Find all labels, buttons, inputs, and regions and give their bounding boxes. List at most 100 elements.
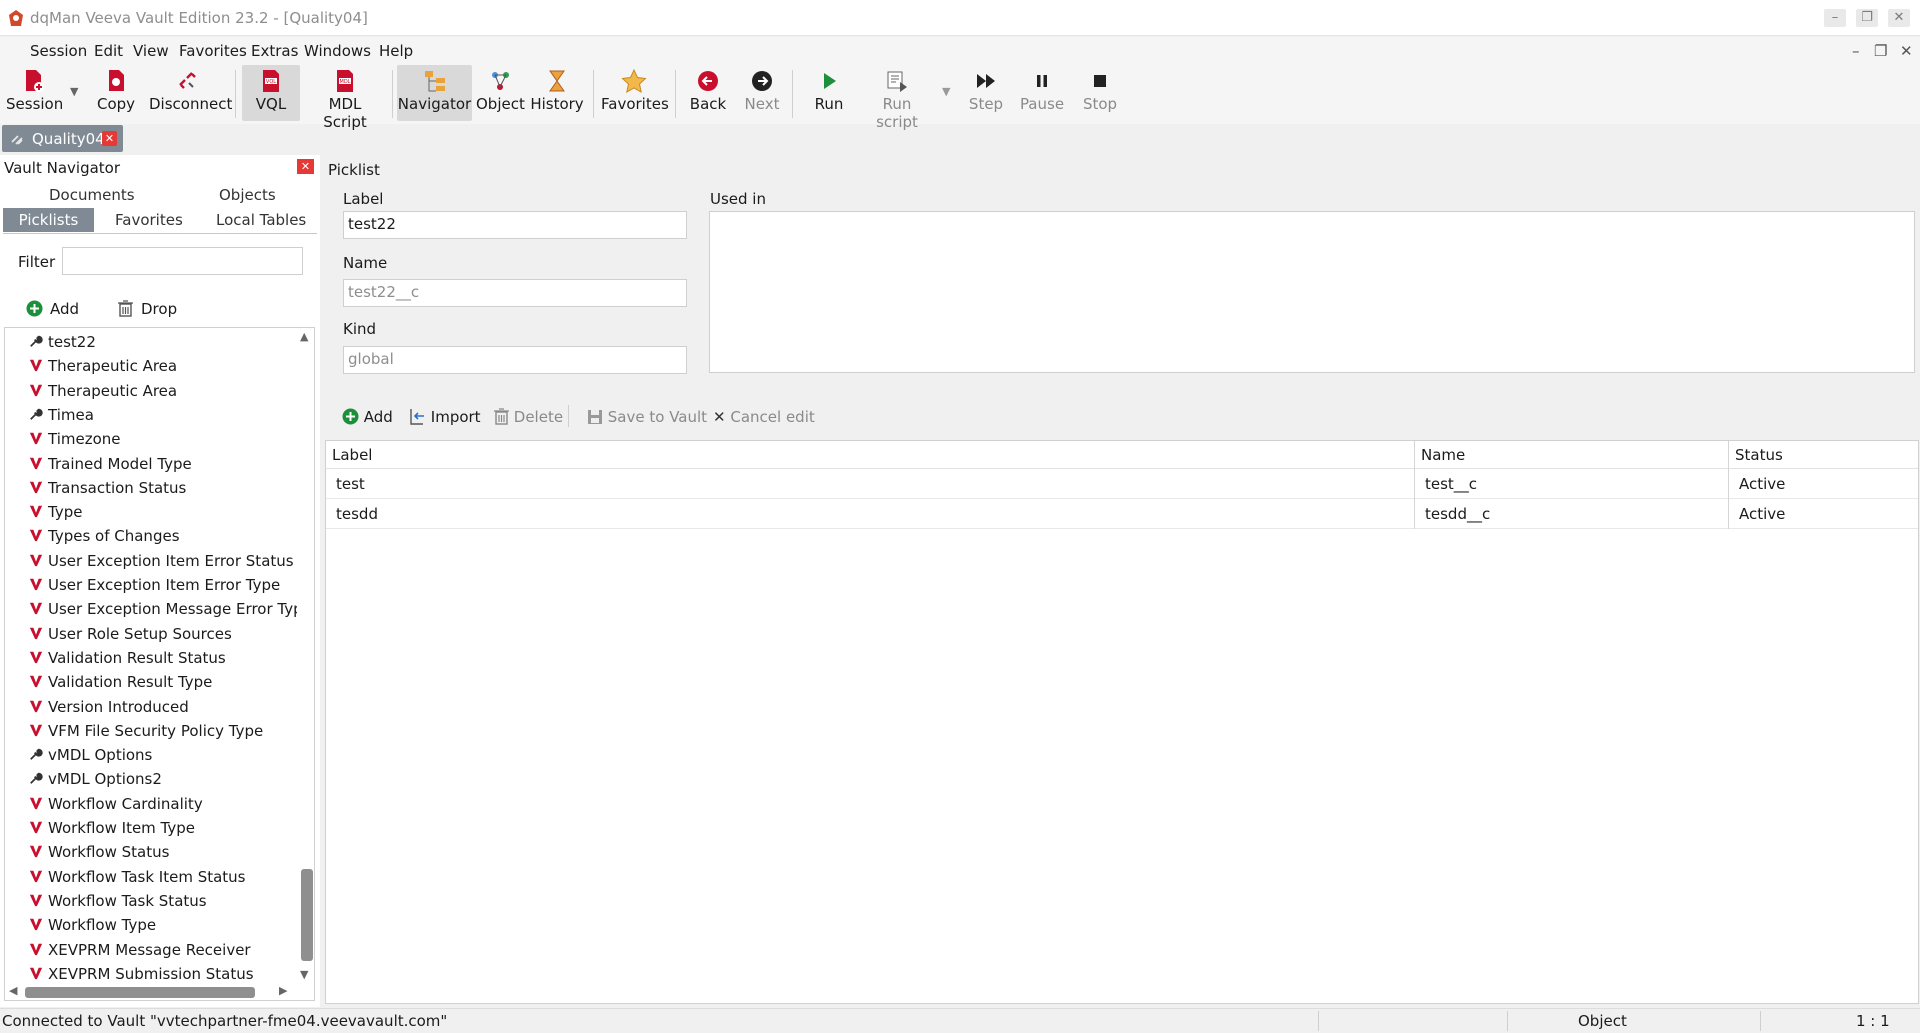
close-session-tab-icon[interactable]: ✕ xyxy=(102,131,117,146)
step-button[interactable]: Step xyxy=(964,65,1008,121)
wrench-icon xyxy=(30,408,43,420)
scroll-down-icon[interactable]: ▼ xyxy=(300,968,308,981)
label-caption: Label xyxy=(343,190,384,208)
mdi-close-icon[interactable]: ✕ xyxy=(1900,42,1913,60)
mdi-restore-icon[interactable]: ❐ xyxy=(1874,42,1887,60)
run-button[interactable]: Run xyxy=(808,65,850,121)
tab-favorites[interactable]: Favorites xyxy=(115,211,183,229)
veeva-v-icon xyxy=(29,554,43,566)
list-item-label: User Role Setup Sources xyxy=(48,624,232,643)
object-button[interactable]: Object xyxy=(476,65,525,121)
session-button[interactable]: Session xyxy=(6,65,63,121)
disconnect-icon xyxy=(179,72,196,89)
vertical-scroll-thumb[interactable] xyxy=(301,869,313,961)
session-tab-quality04[interactable]: Quality04 ✕ xyxy=(2,125,123,152)
list-item-label: Workflow Item Type xyxy=(48,819,196,837)
list-item-label: Version Introduced xyxy=(48,697,189,716)
import-button[interactable]: Import xyxy=(408,408,481,426)
close-navigator-icon[interactable]: ✕ xyxy=(297,159,314,174)
restore-button[interactable]: ❐ xyxy=(1856,9,1878,27)
vertical-scrollbar[interactable]: ▲ ▼ xyxy=(297,328,314,983)
save-to-vault-button[interactable]: Save to Vault xyxy=(587,408,707,426)
table-row-status[interactable]: Active xyxy=(1729,469,1918,499)
menu-extras[interactable]: Extras xyxy=(251,42,298,60)
list-item-label: User Exception Message Error Type xyxy=(48,600,312,619)
navigator-title: Vault Navigator xyxy=(4,159,121,177)
veeva-v-icon xyxy=(29,846,43,858)
delete-button[interactable]: Delete xyxy=(494,408,563,426)
status-mode: Object xyxy=(1578,1012,1627,1030)
navigator-icon xyxy=(424,71,445,92)
pause-button[interactable]: Pause xyxy=(1019,65,1065,121)
app-logo-icon xyxy=(9,10,23,26)
tab-picklists[interactable]: Picklists xyxy=(3,208,94,232)
used-in-caption: Used in xyxy=(710,190,766,208)
mdl-script-button[interactable]: MDL MDL Script xyxy=(306,65,384,131)
svg-text:VQL: VQL xyxy=(266,79,276,85)
list-item-label: Type xyxy=(48,503,83,522)
menu-edit[interactable]: Edit xyxy=(94,42,123,60)
column-header-label[interactable]: Label xyxy=(326,441,1414,469)
copy-button[interactable]: Copy xyxy=(94,65,138,121)
run-script-dropdown-icon[interactable]: ▼ xyxy=(942,85,950,98)
back-button[interactable]: Back xyxy=(686,65,730,121)
window-title: dqMan Veeva Vault Edition 23.2 - [Qualit… xyxy=(30,9,368,27)
scroll-left-icon[interactable]: ◀ xyxy=(9,984,17,997)
run-script-button[interactable]: Run script xyxy=(861,65,933,131)
status-bar: Connected to Vault "vvtechpartner-fme04.… xyxy=(0,1008,1920,1033)
list-item-label: Therapeutic Area xyxy=(48,381,178,400)
table-row-name[interactable]: tesdd__c xyxy=(1415,499,1728,529)
favorites-button[interactable]: Favorites xyxy=(601,65,669,121)
table-row-label[interactable]: test xyxy=(326,469,1414,499)
vault-navigator-panel: Vault Navigator ✕ Documents Objects Pick… xyxy=(0,155,320,1007)
filter-input[interactable] xyxy=(62,247,303,275)
cancel-edit-button[interactable]: ✕ Cancel edit xyxy=(713,408,815,426)
veeva-v-icon xyxy=(29,505,43,518)
veeva-v-icon xyxy=(29,700,43,712)
column-header-name[interactable]: Name xyxy=(1415,441,1728,469)
status-message: Connected to Vault "vvtechpartner-fme04.… xyxy=(2,1012,448,1030)
menu-help[interactable]: Help xyxy=(379,42,413,60)
run-script-icon xyxy=(887,71,907,92)
tab-local-tables[interactable]: Local Tables xyxy=(216,211,306,229)
back-arrow-icon xyxy=(698,71,718,91)
close-button[interactable]: ✕ xyxy=(1888,9,1910,27)
session-dropdown-icon[interactable]: ▼ xyxy=(70,85,78,98)
veeva-v-icon xyxy=(29,603,43,615)
kind-field: global xyxy=(343,346,687,374)
stop-button[interactable]: Stop xyxy=(1077,65,1123,121)
table-row-label[interactable]: tesdd xyxy=(326,499,1414,529)
vql-button[interactable]: VQL VQL xyxy=(242,65,300,121)
horizontal-scroll-thumb[interactable] xyxy=(25,987,255,998)
menu-windows[interactable]: Windows xyxy=(304,42,371,60)
next-arrow-icon xyxy=(752,71,772,91)
disconnect-button[interactable]: Disconnect xyxy=(149,65,232,121)
used-in-box[interactable] xyxy=(709,211,1915,373)
list-item-label: Workflow Type xyxy=(48,916,157,935)
veeva-v-icon xyxy=(29,627,43,639)
history-button[interactable]: History xyxy=(530,65,584,121)
list-item-label: Types of Changes xyxy=(48,527,180,546)
name-field: test22__c xyxy=(343,279,687,307)
horizontal-scrollbar[interactable]: ◀ ▶ xyxy=(5,983,297,1000)
menu-view[interactable]: View xyxy=(133,42,169,60)
menu-session[interactable]: Session xyxy=(30,42,87,60)
mdi-minimize-icon[interactable]: – xyxy=(1852,42,1860,60)
veeva-v-icon xyxy=(29,384,43,396)
wrench-icon xyxy=(30,773,43,785)
list-item-label: Validation Result Type xyxy=(48,673,213,692)
minimize-button[interactable]: – xyxy=(1824,9,1846,27)
veeva-v-icon xyxy=(29,432,43,445)
scroll-right-icon[interactable]: ▶ xyxy=(279,984,287,997)
tab-objects[interactable]: Objects xyxy=(219,186,276,204)
label-input[interactable]: test22 xyxy=(343,211,687,239)
scroll-up-icon[interactable]: ▲ xyxy=(300,330,308,343)
column-header-status[interactable]: Status xyxy=(1729,441,1918,469)
next-button[interactable]: Next xyxy=(741,65,783,121)
navigator-button[interactable]: Navigator xyxy=(397,65,472,121)
menu-favorites[interactable]: Favorites xyxy=(179,42,247,60)
table-row-status[interactable]: Active xyxy=(1729,499,1918,529)
tab-documents[interactable]: Documents xyxy=(49,186,135,204)
add-value-button[interactable]: Add xyxy=(342,408,393,426)
table-row-name[interactable]: test__c xyxy=(1415,469,1728,499)
